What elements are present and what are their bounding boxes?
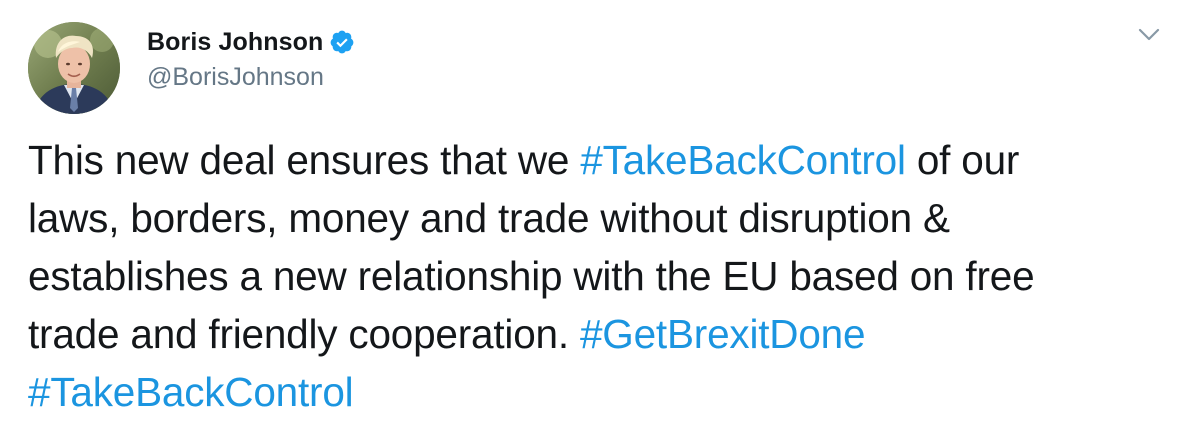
chevron-down-icon[interactable] — [1138, 28, 1160, 42]
user-handle[interactable]: @BorisJohnson — [147, 63, 324, 92]
hashtag-link[interactable]: #TakeBackControl — [28, 369, 354, 415]
hashtag-link[interactable]: #TakeBackControl — [580, 137, 906, 183]
tweet-text-segment: establishes a new relationship with the … — [28, 253, 1035, 299]
tweet-text-line: laws, borders, money and trade without d… — [28, 189, 1158, 247]
verified-badge-icon — [329, 29, 355, 55]
tweet-text-segment: of our — [905, 137, 1020, 183]
tweet-text-segment: laws, borders, money and trade without d… — [28, 195, 950, 241]
display-name[interactable]: Boris Johnson — [147, 28, 323, 57]
tweet-text-line: This new deal ensures that we #TakeBackC… — [28, 131, 1158, 189]
tweet-text-segment: trade and friendly cooperation. — [28, 311, 580, 357]
tweet-text-segment: This new deal ensures that we — [28, 137, 581, 183]
hashtag-link[interactable]: #GetBrexitDone — [580, 311, 866, 357]
tweet-text-line: establishes a new relationship with the … — [28, 247, 1158, 305]
tweet-card: Boris Johnson @BorisJohnson This new dea… — [0, 0, 1184, 428]
tweet-text-line: trade and friendly cooperation. #GetBrex… — [28, 305, 1158, 363]
avatar-image — [28, 22, 120, 114]
author-name-row: Boris Johnson — [147, 26, 355, 58]
avatar[interactable] — [28, 22, 120, 114]
tweet-text-line: #TakeBackControl — [28, 363, 1158, 421]
tweet-text: This new deal ensures that we #TakeBackC… — [28, 131, 1158, 421]
